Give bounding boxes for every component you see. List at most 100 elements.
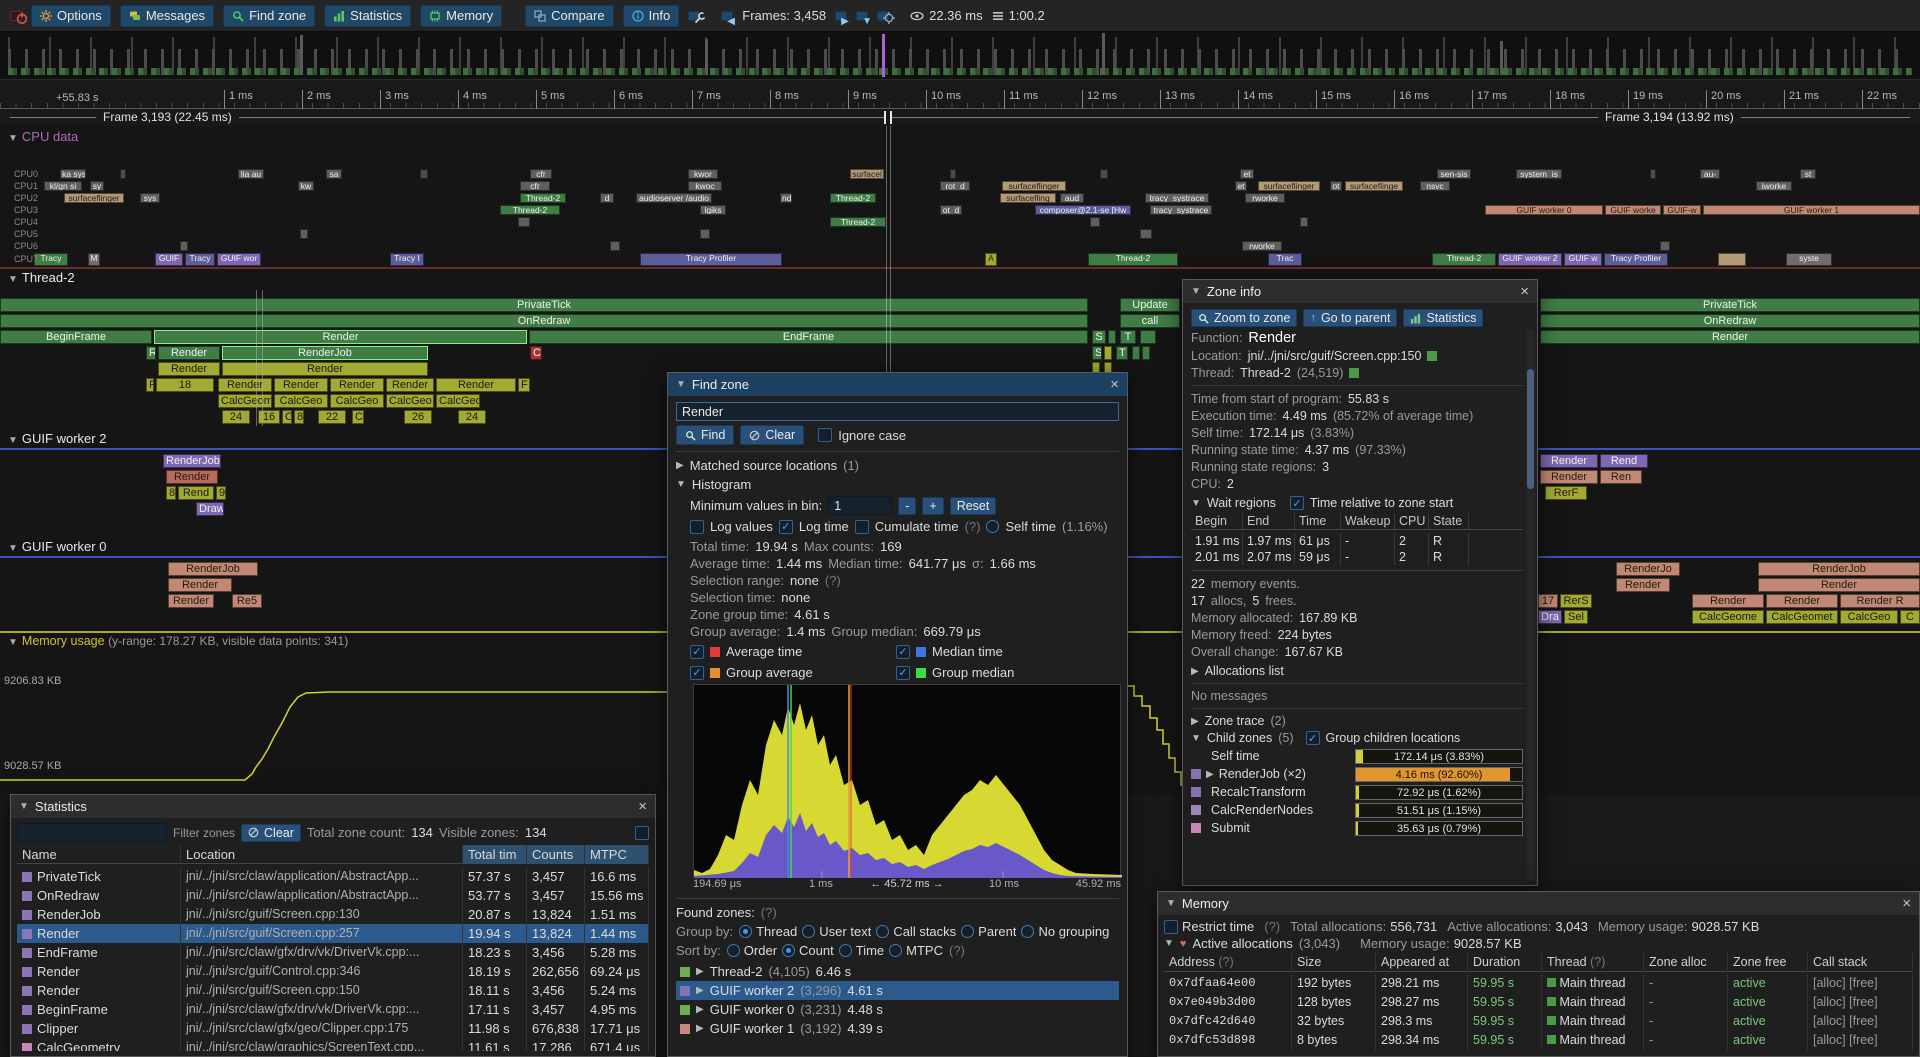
timeline-zone[interactable]: 8 <box>294 410 304 424</box>
timeline-zone[interactable]: S <box>1092 330 1106 344</box>
ignore-case-checkbox[interactable] <box>818 428 832 442</box>
timeline-zone[interactable]: C <box>352 410 364 424</box>
allocation-row[interactable]: 0x7e049b3d00 128 bytes 298.27 ms 59.95 s… <box>1164 993 1913 1012</box>
wait-region-row[interactable]: 1.91 ms1.97 ms61 μs-2R <box>1191 533 1523 549</box>
timeline-zone[interactable]: Render <box>386 378 434 392</box>
cpu-zone[interactable]: GUIF-w <box>1663 205 1701 215</box>
cpu-zone[interactable]: ot_d <box>940 205 962 215</box>
timeline-zone[interactable]: 26 <box>404 410 432 424</box>
memory-table-header[interactable]: Address (?) Size Appeared at Duration Th… <box>1164 953 1913 972</box>
active-allocations-expander[interactable]: ▼♥ Active allocations(3,043) Memory usag… <box>1164 936 1913 951</box>
filter-zones-input[interactable] <box>17 823 167 842</box>
cpu-zone[interactable] <box>1100 169 1108 179</box>
timeline-zone[interactable]: Render <box>168 578 232 592</box>
cpu-zone[interactable]: et <box>1240 169 1254 179</box>
limit-range-checkbox[interactable] <box>635 826 649 840</box>
compare-button[interactable]: Compare <box>525 5 613 27</box>
cpu-zone[interactable]: Tracy <box>185 253 215 266</box>
cpu-zone[interactable]: nsvc <box>1420 181 1450 191</box>
cpu-zone[interactable]: GUIF worker 1 <box>1703 205 1920 215</box>
child-zone-row[interactable]: Self time 172.14 μs (3.83%) <box>1191 748 1523 764</box>
timeline-zone[interactable]: F <box>146 378 154 392</box>
close-icon[interactable]: × <box>1902 896 1911 911</box>
legend-checkbox[interactable] <box>896 645 910 659</box>
log-values-checkbox[interactable] <box>690 520 704 534</box>
memory-button[interactable]: Memory <box>420 5 502 27</box>
timeline-zone[interactable]: CalcGeo <box>386 394 434 408</box>
location-value[interactable]: jni/../jni/src/guif/Screen.cpp:150 <box>1248 349 1422 363</box>
scrollbar-thumb[interactable] <box>1527 369 1534 489</box>
cpu-zone[interactable]: ka sys <box>60 169 86 179</box>
zone-info-titlebar[interactable]: ▼Zone info × <box>1183 280 1537 303</box>
timeline-zone[interactable]: OnRedraw <box>0 314 1088 328</box>
statistics-row[interactable]: Render jni/../jni/src/guif/Screen.cpp:15… <box>17 981 649 1000</box>
group-children-checkbox[interactable] <box>1306 731 1320 745</box>
timeline-zone[interactable]: RenderJob <box>163 454 221 468</box>
timeline-zone[interactable]: Draw <box>196 502 224 516</box>
timeline-zone[interactable]: CalcGeo <box>330 394 384 408</box>
cpu-zone[interactable]: iworke <box>1756 181 1792 191</box>
sort-by-option[interactable]: Count <box>782 943 834 958</box>
cpu-zone[interactable] <box>1140 229 1152 239</box>
find-button[interactable]: Find <box>676 425 734 445</box>
timeline-zone[interactable]: CalcGeome <box>218 394 272 408</box>
timeline-zone[interactable]: RenderJob <box>222 346 428 360</box>
statistics-row[interactable]: EndFrame jni/../jni/src/claw/gfx/drv/vk/… <box>17 943 649 962</box>
cpu-zone[interactable]: Thread-2 <box>520 193 566 203</box>
scrollbar[interactable] <box>1526 329 1535 881</box>
timeline-zone[interactable]: Render <box>1766 594 1838 608</box>
messages-button[interactable]: Messages <box>120 5 214 27</box>
cpu-zone[interactable]: A <box>985 253 997 266</box>
log-time-checkbox[interactable] <box>779 520 793 534</box>
timeline-zone[interactable]: Ren <box>1600 470 1642 484</box>
min-bin-input[interactable] <box>828 496 892 515</box>
timeline-zone[interactable]: T <box>1120 330 1136 344</box>
timeline-zone[interactable]: R <box>146 346 156 360</box>
cpu-zone[interactable]: rworke <box>1245 193 1285 203</box>
timeline-zone[interactable]: RerS <box>1560 594 1592 608</box>
cpu-zone[interactable]: ot <box>1330 181 1342 191</box>
timeline-zone[interactable]: Render <box>158 362 220 376</box>
cpu-zone[interactable]: et <box>1235 181 1247 191</box>
cpu-zone[interactable]: Thread-2 <box>830 217 886 227</box>
power-button[interactable] <box>10 11 22 21</box>
timeline-zone[interactable]: Render <box>1692 594 1764 608</box>
timeline-zone[interactable]: 18 <box>156 378 214 392</box>
cpu-zone[interactable]: nd <box>780 193 792 203</box>
cpu-zone[interactable]: cfr <box>520 181 550 191</box>
cpu-zone[interactable]: Tracy Profiler <box>640 253 782 266</box>
cpu-zone[interactable] <box>1650 169 1656 179</box>
cpu-zone[interactable]: sy <box>90 181 104 191</box>
timeline-zone[interactable]: T <box>1116 346 1128 360</box>
find-zone-search-input[interactable] <box>676 402 1119 421</box>
found-zone-group[interactable]: ▶ Thread-2 (4,105) 6.46 s <box>676 962 1119 981</box>
column-counts[interactable]: Counts <box>527 845 585 864</box>
timeline-zone[interactable]: 22 <box>318 410 346 424</box>
go-to-parent-button[interactable]: ↑ Go to parent <box>1303 309 1397 327</box>
cpu-zone[interactable]: M <box>88 253 100 266</box>
timeline-zone[interactable]: RenderJob <box>168 562 258 576</box>
cpu-zone[interactable]: Tracy Profiler <box>1604 253 1668 266</box>
timeline-zone[interactable]: RenderJob <box>1758 562 1920 576</box>
next-frame-button[interactable]: ▶ <box>835 11 847 21</box>
cpu-zone[interactable]: rot_d <box>940 181 970 191</box>
statistics-table-header[interactable]: Name Location Total tim Counts MTPC <box>17 845 649 864</box>
timeline-zone[interactable]: C <box>1900 610 1920 624</box>
histogram-expander[interactable]: ▼Histogram <box>676 477 1119 492</box>
cpu-zone[interactable]: system_is <box>1516 169 1562 179</box>
cpu-zone[interactable]: d <box>600 193 614 203</box>
timeline-zone[interactable]: PrivateTick <box>0 298 1088 312</box>
frame-bar[interactable]: Frame 3,193 (22.45 ms) Frame 3,194 (13.9… <box>0 109 1920 126</box>
clear-button[interactable]: Clear <box>740 425 804 445</box>
group-by-option[interactable]: Call stacks <box>876 924 956 939</box>
timeline-zone[interactable] <box>1104 346 1112 360</box>
cpu-zone[interactable] <box>180 241 188 251</box>
section-cpu-data[interactable]: ▼CPU data <box>8 129 78 144</box>
cpu-zone[interactable]: Tracy I <box>390 253 424 266</box>
statistics-row[interactable]: Render jni/../jni/src/guif/Screen.cpp:25… <box>17 924 649 943</box>
zone-statistics-button[interactable]: Statistics <box>1403 309 1483 327</box>
cpu-zone[interactable]: kwor <box>688 169 718 179</box>
cpu-zone[interactable]: st <box>1800 169 1816 179</box>
wait-regions-expander[interactable]: ▼Wait regions Time relative to zone star… <box>1191 496 1523 510</box>
timeline-zone[interactable]: Rend <box>178 486 214 500</box>
